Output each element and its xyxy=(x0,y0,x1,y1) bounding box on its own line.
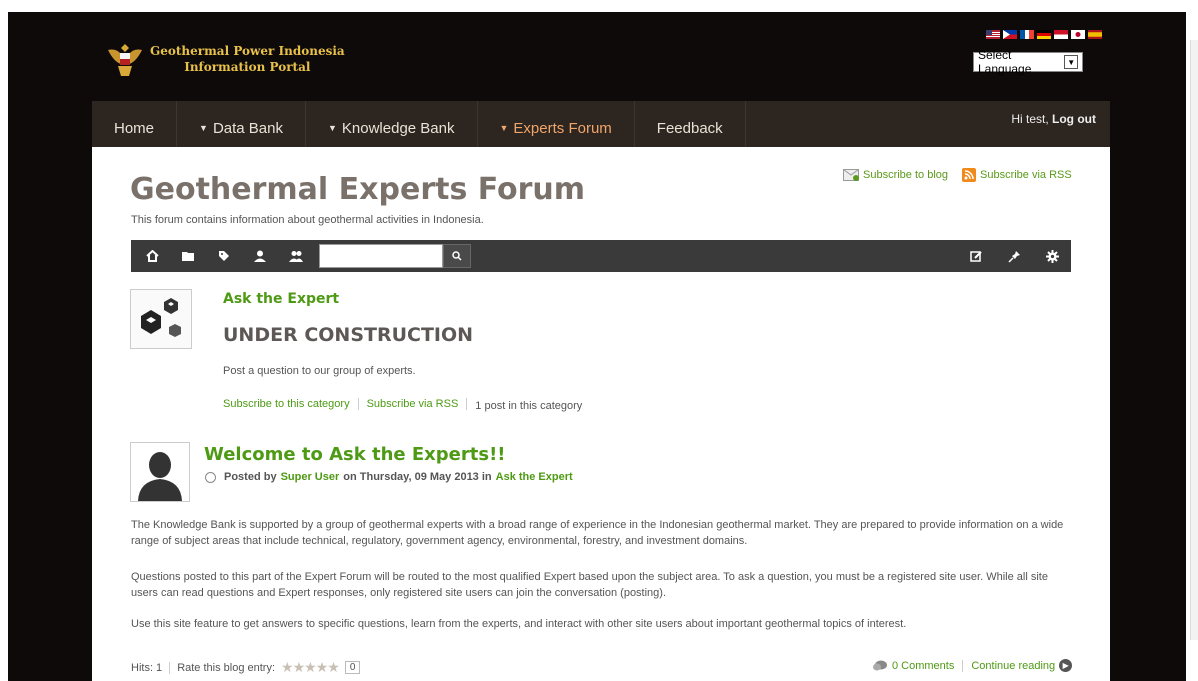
caret-down-icon: ▼ xyxy=(327,123,337,133)
star-icon[interactable]: ★ xyxy=(327,659,340,676)
logo-line2: Information Portal xyxy=(184,60,311,74)
logo-line1: Geothermal Power Indonesia xyxy=(150,44,345,58)
post-author-link[interactable]: Super User xyxy=(281,471,340,483)
user-greeting: Hi test, Log out xyxy=(1011,112,1096,126)
page-title: Geothermal Experts Forum xyxy=(130,172,586,207)
search-icon[interactable] xyxy=(443,244,471,268)
japan-flag-icon[interactable] xyxy=(1071,30,1085,39)
nav-data-bank[interactable]: ▼ Data Bank xyxy=(177,101,306,147)
language-select[interactable]: Select Language ▼ xyxy=(973,48,1083,76)
user-icon[interactable] xyxy=(245,240,275,272)
language-select-value: Select Language xyxy=(978,48,1032,76)
toolbar-right xyxy=(953,240,1067,272)
nav-knowledge-bank[interactable]: ▼ Knowledge Bank xyxy=(306,101,478,147)
rating-stars[interactable]: ★ ★ ★ ★ ★ xyxy=(281,659,340,676)
category-rss-link[interactable]: Subscribe via RSS xyxy=(367,398,468,410)
language-flags xyxy=(986,30,1102,39)
philippines-flag-icon[interactable] xyxy=(1003,30,1017,39)
post-title[interactable]: Welcome to Ask the Experts!! xyxy=(204,444,505,465)
comment-icon xyxy=(873,660,887,670)
logout-link[interactable]: Log out xyxy=(1052,112,1096,126)
star-icon[interactable]: ★ xyxy=(304,659,317,676)
search-input[interactable] xyxy=(319,244,443,268)
germany-flag-icon[interactable] xyxy=(1037,30,1051,39)
us-flag-icon[interactable] xyxy=(986,30,1000,39)
nav-knowledge-bank-label: Knowledge Bank xyxy=(341,119,455,137)
gear-icon[interactable] xyxy=(1037,240,1067,272)
spain-flag-icon[interactable] xyxy=(1088,30,1102,39)
avatar[interactable] xyxy=(130,442,190,502)
nav-experts-forum[interactable]: ▼ Experts Forum xyxy=(478,101,635,147)
comments-link[interactable]: 0 Comments xyxy=(892,660,954,672)
nav-data-bank-label: Data Bank xyxy=(212,119,283,137)
logo-text: Geothermal Power Indonesia Information P… xyxy=(150,43,345,75)
subscribe-blog-label: Subscribe to blog xyxy=(863,169,948,181)
subscribe-links: Subscribe to blog Subscribe via RSS xyxy=(843,168,1072,182)
user-avatar-icon xyxy=(138,452,182,501)
main-nav: Home ▼ Data Bank ▼ Knowledge Bank ▼ Experts… xyxy=(92,101,1110,147)
garuda-emblem-icon xyxy=(108,44,142,76)
nav-experts-forum-label: Experts Forum xyxy=(513,119,612,137)
scrollbar[interactable] xyxy=(1190,40,1198,640)
rss-icon xyxy=(962,168,976,182)
subscribe-category-link[interactable]: Subscribe to this category xyxy=(223,398,359,410)
caret-down-icon: ▼ xyxy=(199,123,208,133)
post-footer-right: 0 Comments Continue reading ▶ xyxy=(872,659,1073,672)
subscribe-rss-label: Subscribe via RSS xyxy=(980,169,1072,181)
greeting-text: Hi test, xyxy=(1011,112,1049,126)
users-icon[interactable] xyxy=(281,240,311,272)
cubes-icon xyxy=(141,298,181,337)
page-description: This forum contains information about ge… xyxy=(131,214,484,226)
continue-reading-link[interactable]: Continue reading xyxy=(971,660,1055,672)
arrow-right-icon[interactable]: ▶ xyxy=(1059,659,1073,672)
divider xyxy=(962,659,964,672)
category-description: Post a question to our group of experts. xyxy=(223,365,416,377)
category-name[interactable]: Ask the Expert xyxy=(223,291,339,307)
folder-icon[interactable] xyxy=(173,240,203,272)
nav-feedback[interactable]: Feedback xyxy=(635,101,746,147)
post-paragraph-3: Use this site feature to get answers to … xyxy=(131,618,907,630)
post-footer: Hits: 1 Rate this blog entry: ★ ★ ★ ★ ★ … xyxy=(131,659,361,676)
post-date: on Thursday, 09 May 2013 in xyxy=(343,471,492,483)
mail-icon xyxy=(843,169,859,181)
caret-down-icon: ▼ xyxy=(499,123,509,133)
rating-count: 0 xyxy=(344,661,361,674)
subscribe-blog-link[interactable]: Subscribe to blog xyxy=(843,168,948,182)
category-heading: UNDER CONSTRUCTION xyxy=(223,324,474,346)
home-icon[interactable] xyxy=(137,240,167,272)
category-post-count: 1 post in this category xyxy=(475,400,583,412)
subscribe-rss-link[interactable]: Subscribe via RSS xyxy=(962,168,1072,182)
france-flag-icon[interactable] xyxy=(1020,30,1034,39)
pin-icon[interactable] xyxy=(999,240,1029,272)
indonesia-flag-icon[interactable] xyxy=(1054,30,1068,39)
post-paragraph-2: Questions posted to this part of the Exp… xyxy=(131,571,1048,599)
star-icon[interactable]: ★ xyxy=(281,659,294,676)
tag-icon[interactable] xyxy=(209,240,239,272)
divider xyxy=(169,661,171,674)
clock-icon xyxy=(205,471,216,483)
hits-count: Hits: 1 xyxy=(131,661,163,674)
chevron-down-icon[interactable]: ▼ xyxy=(1064,55,1078,69)
post-category-link[interactable]: Ask the Expert xyxy=(496,471,573,483)
post-paragraph-1: The Knowledge Bank is supported by a gro… xyxy=(131,519,1064,547)
posted-by-label: Posted by xyxy=(224,471,277,483)
nav-home-label: Home xyxy=(114,119,155,137)
star-icon[interactable]: ★ xyxy=(293,659,306,676)
nav-home[interactable]: Home xyxy=(92,101,178,147)
edit-icon[interactable] xyxy=(961,240,991,272)
site-logo[interactable]: Geothermal Power Indonesia Information P… xyxy=(104,38,345,80)
post-meta: Posted by Super User on Thursday, 09 May… xyxy=(205,471,573,483)
star-icon[interactable]: ★ xyxy=(316,659,329,676)
forum-toolbar xyxy=(131,240,1071,272)
nav-feedback-label: Feedback xyxy=(656,119,723,137)
rate-label: Rate this blog entry: xyxy=(177,661,276,674)
category-links: Subscribe to this category Subscribe via… xyxy=(223,396,582,412)
category-image xyxy=(130,289,192,349)
